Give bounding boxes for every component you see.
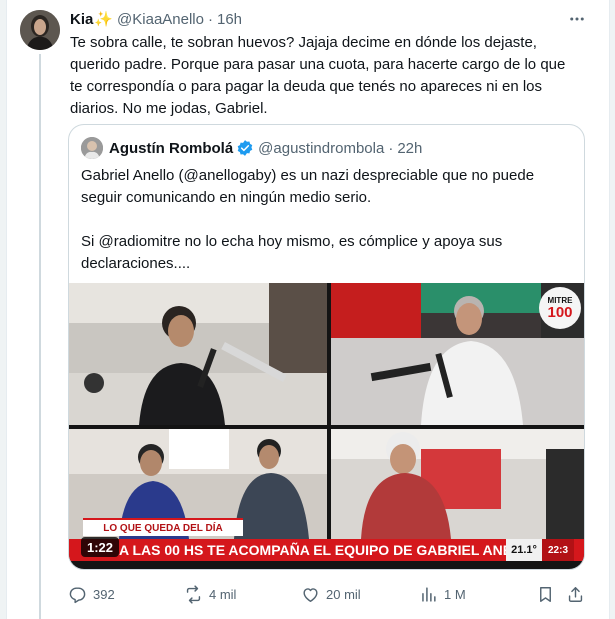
news-ticker: A LAS 00 HS TE ACOMPAÑA EL EQUIPO DE GAB… <box>69 539 584 561</box>
quote-separator-dot: · <box>388 139 394 157</box>
quote-author-handle: @agustindrombola <box>258 139 385 157</box>
verified-icon <box>236 139 254 157</box>
tweet-text: Te sobra calle, te sobran huevos? Jajaja… <box>70 32 585 120</box>
separator-dot: · <box>207 10 213 28</box>
quoted-tweet[interactable]: Agustín Rombolá @agustindrombola · 22h G… <box>68 124 585 570</box>
tweet-header: Kia ✨ @KiaaAnello · 16h <box>70 9 242 29</box>
reply-button[interactable]: 392 <box>68 582 115 606</box>
video-duration-badge: 1:22 <box>81 537 120 557</box>
tweet-actions: 392 4 mil 20 mil 1 M <box>64 582 594 606</box>
timeline-right-border <box>609 0 615 619</box>
views-icon <box>422 586 436 602</box>
video-player[interactable]: MITRE 100 LO QUE QUEDA DEL DÍA A LAS 00 … <box>69 283 584 569</box>
tweet-body: Te sobra calle, te sobran huevos? Jajaja… <box>70 34 566 117</box>
quote-text: Gabriel Anello (@anellogaby) es un nazi … <box>81 167 535 272</box>
retweet-button[interactable]: 4 mil <box>184 582 236 606</box>
views-count: 1 M <box>444 586 466 602</box>
quote-author-name: Agustín Rombolá <box>109 139 234 157</box>
like-count: 20 mil <box>326 586 361 602</box>
timeline-left-border <box>0 0 7 619</box>
mitre-100-logo: MITRE 100 <box>539 287 581 329</box>
like-button[interactable]: 20 mil <box>301 582 361 606</box>
reply-icon <box>69 586 86 603</box>
quote-author-avatar <box>81 137 103 159</box>
bookmark-icon <box>540 586 551 602</box>
author-name[interactable]: Kia <box>70 11 93 28</box>
like-icon <box>303 587 318 602</box>
share-button[interactable] <box>566 582 591 606</box>
thread-line <box>39 54 41 619</box>
retweet-count: 4 mil <box>209 586 237 602</box>
video-panel-studio-4 <box>331 429 584 539</box>
reply-count: 392 <box>93 586 115 602</box>
ticker-clock: 22:3 <box>542 539 574 561</box>
more-icon[interactable] <box>566 8 588 30</box>
retweet-icon <box>186 584 201 604</box>
bookmark-button[interactable] <box>536 582 561 606</box>
program-label: LO QUE QUEDA DEL DÍA <box>83 518 243 536</box>
ticker-text: A LAS 00 HS TE ACOMPAÑA EL EQUIPO DE GAB… <box>119 542 541 558</box>
views-button[interactable]: 1 M <box>419 582 466 606</box>
author-avatar[interactable] <box>20 10 60 50</box>
quote-time: 22h <box>397 139 423 157</box>
author-handle[interactable]: @KiaaAnello <box>117 11 204 28</box>
quote-header: Agustín Rombolá @agustindrombola · 22h <box>81 137 422 159</box>
author-emoji: ✨ <box>94 11 114 28</box>
ticker-temperature: 21.1° <box>506 539 542 561</box>
video-panel-studio-1 <box>69 283 327 425</box>
logo-number: 100 <box>547 303 573 321</box>
tweet-time[interactable]: 16h <box>217 11 242 28</box>
share-icon <box>568 586 583 602</box>
